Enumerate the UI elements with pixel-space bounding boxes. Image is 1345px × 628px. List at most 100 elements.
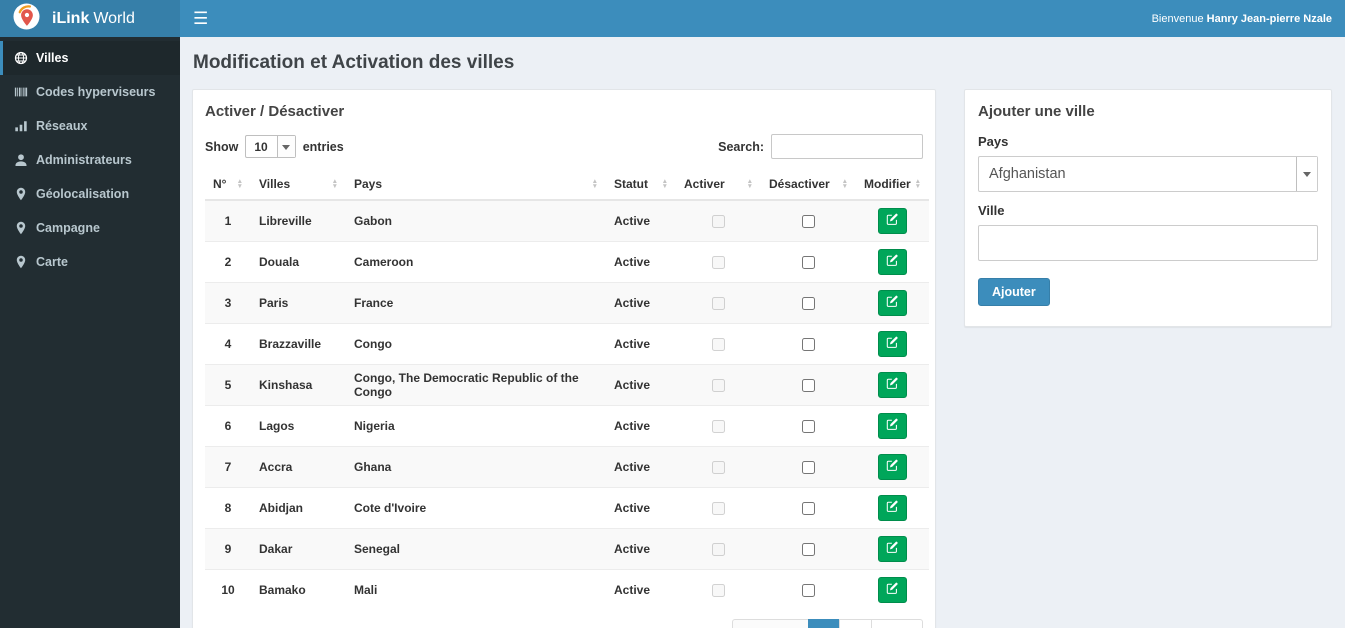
cell-num: 1	[205, 199, 251, 241]
activer-checkbox	[712, 214, 725, 228]
desactiver-checkbox[interactable]	[802, 542, 815, 556]
edit-icon	[886, 582, 899, 598]
modifier-button[interactable]	[878, 207, 907, 234]
cell-modifier	[856, 199, 929, 241]
modifier-button[interactable]	[878, 412, 907, 439]
column-header[interactable]: Statut ▲ ▼	[606, 169, 676, 201]
cell-activer	[676, 240, 761, 282]
search-input[interactable]	[771, 134, 923, 159]
desactiver-checkbox[interactable]	[802, 296, 815, 310]
search-label: Search:	[718, 139, 764, 154]
sidebar-item-label: Géolocalisation	[36, 187, 130, 201]
modifier-button[interactable]	[878, 535, 907, 562]
pin-icon	[14, 255, 28, 269]
cell-pays: Nigeria	[346, 404, 606, 446]
sidebar-item-label: Administrateurs	[36, 153, 132, 167]
cell-modifier	[856, 240, 929, 282]
activer-checkbox	[712, 296, 725, 310]
table-row: 9 Dakar Senegal Active	[205, 527, 929, 569]
table-row: 10 Bamako Mali Active	[205, 568, 929, 610]
cell-pays: Ghana	[346, 445, 606, 487]
desactiver-checkbox[interactable]	[802, 583, 815, 597]
modifier-button[interactable]	[878, 248, 907, 275]
table-row: 6 Lagos Nigeria Active	[205, 404, 929, 446]
add-ville-card: Ajouter une ville Pays Afghanistan Ville…	[964, 89, 1332, 327]
modifier-button[interactable]	[878, 330, 907, 357]
modifier-button[interactable]	[878, 494, 907, 521]
ville-input[interactable]	[978, 225, 1318, 261]
sidebar-item-villes[interactable]: Villes	[0, 41, 180, 75]
desactiver-checkbox[interactable]	[802, 214, 815, 228]
sort-icon: ▲ ▼	[236, 177, 243, 190]
sidebar-item-label: Villes	[36, 51, 69, 65]
page-button-previous[interactable]: Previous	[731, 619, 809, 628]
sidebar-item-label: Réseaux	[36, 119, 88, 133]
cell-desactiver	[761, 568, 856, 610]
sort-icon: ▲ ▼	[914, 177, 922, 190]
cell-pays: Congo, The Democratic Republic of the Co…	[346, 363, 606, 405]
desactiver-checkbox[interactable]	[802, 337, 815, 351]
column-header[interactable]: Activer ▲ ▼	[676, 169, 761, 201]
column-header[interactable]: Pays ▲ ▼	[346, 169, 606, 201]
cell-num: 6	[205, 404, 251, 446]
page-button-1[interactable]: 1	[807, 619, 841, 628]
column-header[interactable]: N° ▲ ▼	[205, 169, 251, 201]
table-header-row: N° ▲ ▼ Villes ▲ ▼ Pays ▲ ▼ Statut ▲ ▼ Activer ▲ ▼ Désac…	[205, 169, 929, 201]
cell-modifier	[856, 404, 929, 446]
sidebar-item-reseaux[interactable]: Réseaux	[0, 109, 180, 143]
table-row: 5 Kinshasa Congo, The Democratic Republic …	[205, 363, 929, 405]
cell-ville: Libreville	[251, 199, 346, 241]
cell-modifier	[856, 527, 929, 569]
column-header[interactable]: Modifier ▲ ▼	[856, 169, 929, 201]
ajouter-button[interactable]: Ajouter	[978, 278, 1050, 306]
entries-label: entries	[302, 139, 344, 154]
cell-modifier	[856, 486, 929, 528]
sidebar-item-label: Campagne	[36, 221, 100, 235]
modifier-button[interactable]	[878, 371, 907, 398]
desactiver-checkbox[interactable]	[802, 460, 815, 474]
sort-icon: ▲ ▼	[331, 177, 338, 190]
desactiver-checkbox[interactable]	[802, 501, 815, 515]
cell-modifier	[856, 322, 929, 364]
sort-icon: ▲ ▼	[591, 177, 598, 190]
cell-activer	[676, 568, 761, 610]
sidebar-item-geolocalisation[interactable]: Géolocalisation	[0, 177, 180, 211]
sidebar-menu: Villes Codes hyperviseurs Réseaux Administr…	[0, 41, 180, 279]
sidebar-item-codes-hyperviseurs[interactable]: Codes hyperviseurs	[0, 75, 180, 109]
ville-label: Ville	[978, 203, 1005, 218]
cell-activer	[676, 322, 761, 364]
cell-modifier	[856, 568, 929, 610]
desactiver-checkbox[interactable]	[802, 419, 815, 433]
page-length-value: 10	[254, 139, 268, 154]
pays-select[interactable]: Afghanistan	[978, 156, 1318, 192]
brand[interactable]: iLink World	[0, 0, 180, 37]
desactiver-checkbox[interactable]	[802, 378, 815, 392]
cell-num: 4	[205, 322, 251, 364]
sidebar-item-administrateurs[interactable]: Administrateurs	[0, 143, 180, 177]
sidebar: Villes Codes hyperviseurs Réseaux Administr…	[0, 37, 180, 628]
page-button-next[interactable]: Next	[870, 619, 923, 628]
cell-ville: Brazzaville	[251, 322, 346, 364]
table-row: 7 Accra Ghana Active	[205, 445, 929, 487]
page-button-2[interactable]: 2	[839, 619, 872, 628]
cell-desactiver	[761, 445, 856, 487]
sidebar-item-carte[interactable]: Carte	[0, 245, 180, 279]
column-header[interactable]: Désactiver ▲ ▼	[761, 169, 856, 201]
activer-checkbox	[712, 460, 725, 474]
modifier-button[interactable]	[878, 289, 907, 316]
edit-icon	[886, 377, 899, 393]
cell-desactiver	[761, 486, 856, 528]
main-content: Modification et Activation des villes Ac…	[180, 37, 1345, 628]
edit-icon	[886, 336, 899, 352]
sidebar-toggle-icon[interactable]: ☰	[193, 10, 208, 27]
desactiver-checkbox[interactable]	[802, 255, 815, 269]
sidebar-item-campagne[interactable]: Campagne	[0, 211, 180, 245]
modifier-button[interactable]	[878, 453, 907, 480]
edit-icon	[886, 418, 899, 434]
cell-statut: Active	[606, 322, 676, 364]
globe-icon	[14, 51, 28, 65]
cell-statut: Active	[606, 363, 676, 405]
page-length-select[interactable]: 10	[245, 135, 296, 158]
column-header[interactable]: Villes ▲ ▼	[251, 169, 346, 201]
modifier-button[interactable]	[878, 576, 907, 603]
